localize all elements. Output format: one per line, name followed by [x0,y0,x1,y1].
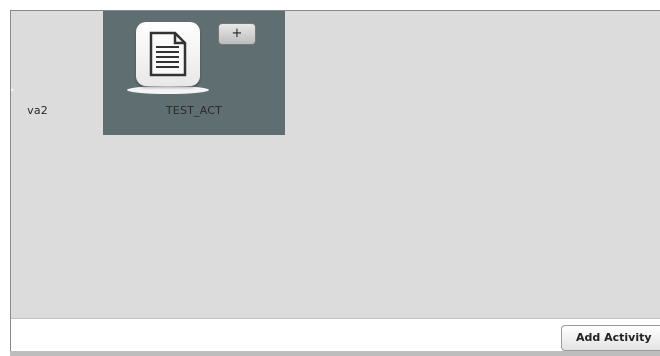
footer-bottom-border [10,351,660,356]
activity-panel: va2 + TEST_ACT Add Activity [0,0,660,356]
icon-pedestal [11,86,14,94]
add-button[interactable]: + [218,23,256,45]
activity-label: TEST_ACT [165,104,223,117]
document-icon [136,22,200,86]
icon-pedestal [127,86,209,94]
activity-tile[interactable]: va2 [11,11,90,135]
activity-tile-selected[interactable]: + TEST_ACT [103,11,285,135]
add-activity-button[interactable]: Add Activity [561,325,660,351]
activity-label: va2 [27,104,48,117]
activity-canvas: va2 + TEST_ACT [11,11,660,318]
